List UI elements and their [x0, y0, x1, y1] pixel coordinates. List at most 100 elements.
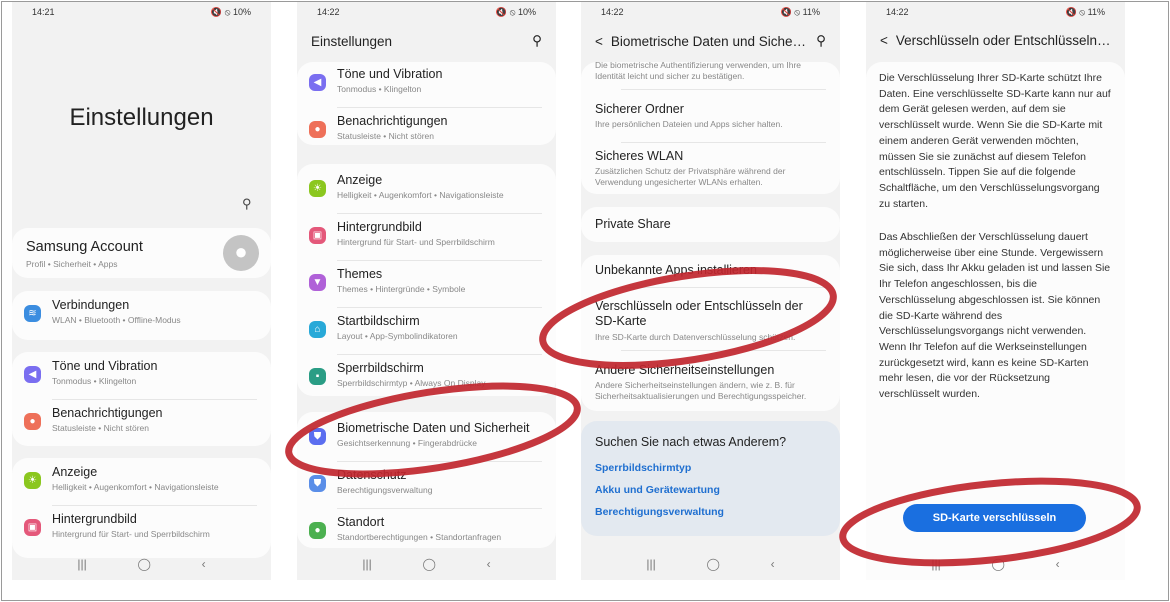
status-bar: 14:22 🔇 ⦸ 11% [886, 7, 1105, 18]
home-button[interactable]: ◯ [422, 557, 435, 571]
wallpaper-icon: ▣ [24, 519, 41, 536]
settings-item-themes[interactable]: ▼ Themes Themes • Hintergründe • Symbole [297, 262, 556, 308]
header: Einstellungen ⚲ [311, 33, 542, 49]
item-title: Biometrische Daten und Sicherheit [337, 421, 530, 435]
settings-item-sicheres-wlan[interactable]: Sicheres WLAN Zusätzlichen Schutz der Pri… [581, 144, 840, 190]
item-sub: Gesichtserkennung • Fingerabdrücke [337, 438, 477, 448]
settings-item-anzeige[interactable]: ☀ Anzeige Helligkeit • Augenkomfort • Navi… [12, 460, 271, 506]
item-sub: Tonmodus • Klingelton [52, 376, 137, 386]
privacy-icon: ⛊ [309, 475, 326, 492]
item-title: Sicheres WLAN [595, 149, 684, 163]
settings-item-toene[interactable]: ◀ Töne und Vibration Tonmodus • Klingelton [12, 354, 271, 400]
settings-item-andere-sicherheit[interactable]: Andere Sicherheitseinstellungen Andere Si… [581, 358, 840, 404]
search-icon[interactable]: ⚲ [816, 33, 826, 49]
suggestion-link[interactable]: Akku und Gerätewartung [595, 484, 720, 496]
item-title: Unbekannte Apps installieren [595, 263, 757, 277]
page-title: Verschlüsseln oder Entschlüsseln der... [895, 33, 1111, 48]
search-icon[interactable]: ⚲ [242, 196, 252, 212]
status-bar: 14:22 🔇 ⦸ 10% [317, 7, 536, 18]
account-title: Samsung Account [26, 239, 143, 255]
description-paragraph: Das Abschließen der Verschlüsselung daue… [879, 231, 1111, 401]
clock: 14:21 [32, 7, 55, 17]
home-button[interactable]: ◯ [706, 557, 719, 571]
item-title: Anzeige [52, 465, 98, 479]
home-button[interactable]: ◯ [137, 557, 150, 571]
suggestion-link[interactable]: Sperrbildschirmtyp [595, 462, 691, 474]
recents-button[interactable]: ||| [931, 557, 940, 571]
settings-card: Die biometrische Authentifizierung verwe… [581, 60, 840, 194]
item-sub: Helligkeit • Augenkomfort • Navigationsl… [337, 190, 504, 200]
sound-icon: ◀ [24, 366, 41, 383]
wifi-icon: ≋ [24, 305, 41, 322]
samsung-account-card[interactable]: Samsung Account Profil • Sicherheit • Ap… [12, 228, 271, 278]
back-button[interactable]: ‹ [487, 557, 491, 571]
header: < Verschlüsseln oder Entschlüsseln der... [880, 33, 1111, 48]
back-arrow-icon[interactable]: < [595, 34, 603, 49]
page-title: Einstellungen [311, 33, 393, 49]
item-title: Verbindungen [52, 298, 130, 312]
sound-icon: ◀ [309, 74, 326, 91]
account-sub: Profil • Sicherheit • Apps [26, 259, 118, 269]
item-sub: Themes • Hintergründe • Symbole [337, 284, 466, 294]
suggestion-link[interactable]: Berechtigungsverwaltung [595, 506, 724, 518]
phone-screen-biometrics-security: 14:22 🔇 ⦸ 11% < Biometrische Daten und Sic… [581, 2, 840, 580]
search-icon[interactable]: ⚲ [532, 33, 542, 49]
status-bar: 14:21 🔇 ⦸ 10% [32, 7, 251, 18]
clock: 14:22 [601, 7, 624, 17]
description-paragraph: Die Verschlüsselung Ihrer SD-Karte schüt… [879, 72, 1111, 210]
settings-item-standort[interactable]: ● Standort Standortberechtigungen • Stando… [297, 510, 556, 556]
navigation-bar: ||| ◯ ‹ [581, 557, 840, 571]
item-sub: Sperrbildschirmtyp • Always On Display [337, 378, 486, 388]
settings-item-anzeige[interactable]: ☀ Anzeige Helligkeit • Augenkomfort • Navi… [297, 168, 556, 214]
settings-card: ⛊ Biometrische Daten und Sicherheit Gesich… [297, 412, 556, 548]
settings-item-biometrie-sicherheit[interactable]: ⛊ Biometrische Daten und Sicherheit Gesich… [297, 416, 556, 462]
recents-button[interactable]: ||| [362, 557, 371, 571]
home-button[interactable]: ◯ [991, 557, 1004, 571]
shield-icon: ⛊ [309, 428, 326, 445]
settings-item-sd-verschluesseln[interactable]: Verschlüsseln oder Entschlüsseln der SD-… [581, 293, 840, 351]
settings-item-benachrichtigungen[interactable]: ● Benachrichtigungen Statusleiste • Nicht … [12, 401, 271, 447]
settings-card: ≋ Verbindungen WLAN • Bluetooth • Offline-… [12, 291, 271, 340]
settings-item-private-share[interactable]: Private Share [581, 207, 840, 242]
item-title: Töne und Vibration [52, 359, 158, 373]
item-title: Benachrichtigungen [52, 406, 163, 420]
status-icons: 🔇 ⦸ 10% [495, 7, 536, 17]
content-card: Die Verschlüsselung Ihrer SD-Karte schüt… [866, 62, 1125, 580]
clock: 14:22 [317, 7, 340, 17]
settings-card: ◀ Töne und Vibration Tonmodus • Klingelton… [297, 62, 556, 145]
item-title: Standort [337, 515, 385, 529]
status-icons: 🔇 ⦸ 11% [780, 7, 820, 17]
item-title: Anzeige [337, 173, 383, 187]
settings-item-unbekannte-apps[interactable]: Unbekannte Apps installieren [581, 258, 840, 288]
item-title: Töne und Vibration [337, 67, 443, 81]
home-icon: ⌂ [309, 321, 326, 338]
settings-item-benachrichtigungen[interactable]: ● Benachrichtigungen Statusleiste • Nicht … [297, 109, 556, 155]
encrypt-sd-card-button[interactable]: SD-Karte verschlüsseln [903, 504, 1086, 532]
location-icon: ● [309, 522, 326, 539]
back-button[interactable]: ‹ [771, 557, 775, 571]
settings-item-startbildschirm[interactable]: ⌂ Startbildschirm Layout • App-Symbolindik… [297, 309, 556, 355]
recents-button[interactable]: ||| [646, 557, 655, 571]
avatar[interactable]: ● [223, 235, 259, 271]
item-sub: Andere Sicherheitseinstellungen ändern, … [595, 380, 807, 401]
navigation-bar: ||| ◯ ‹ [12, 557, 271, 571]
back-button[interactable]: ‹ [1056, 557, 1060, 571]
item-sub: WLAN • Bluetooth • Offline-Modus [52, 315, 181, 325]
back-arrow-icon[interactable]: < [880, 33, 888, 48]
settings-item-datenschutz[interactable]: ⛊ Datenschutz Berechtigungsverwaltung [297, 463, 556, 509]
recents-button[interactable]: ||| [77, 557, 86, 571]
settings-card: ◀ Töne und Vibration Tonmodus • Klingelton… [12, 352, 271, 446]
settings-item-toene[interactable]: ◀ Töne und Vibration Tonmodus • Klingelton [297, 62, 556, 108]
item-title: Private Share [595, 217, 671, 231]
header: < Biometrische Daten und Sicherh... ⚲ [595, 33, 826, 49]
item-title: Startbildschirm [337, 314, 420, 328]
settings-item-verbindungen[interactable]: ≋ Verbindungen WLAN • Bluetooth • Offline-… [12, 293, 271, 339]
settings-item-sperrbildschirm[interactable]: ▪ Sperrbildschirm Sperrbildschirmtyp • Alw… [297, 356, 556, 402]
settings-item-hintergrundbild[interactable]: ▣ Hintergrundbild Hintergrund für Start- u… [12, 507, 271, 553]
status-icons: 🔇 ⦸ 11% [1065, 7, 1105, 17]
settings-item-sicherer-ordner[interactable]: Sicherer Ordner Ihre persönlichen Dateien… [581, 97, 840, 143]
item-sub: Standortberechtigungen • Standortanfrage… [337, 532, 502, 542]
back-button[interactable]: ‹ [202, 557, 206, 571]
item-sub: Hintergrund für Start- und Sperrbildschi… [337, 237, 495, 247]
settings-item-hintergrundbild[interactable]: ▣ Hintergrundbild Hintergrund für Start- u… [297, 215, 556, 261]
